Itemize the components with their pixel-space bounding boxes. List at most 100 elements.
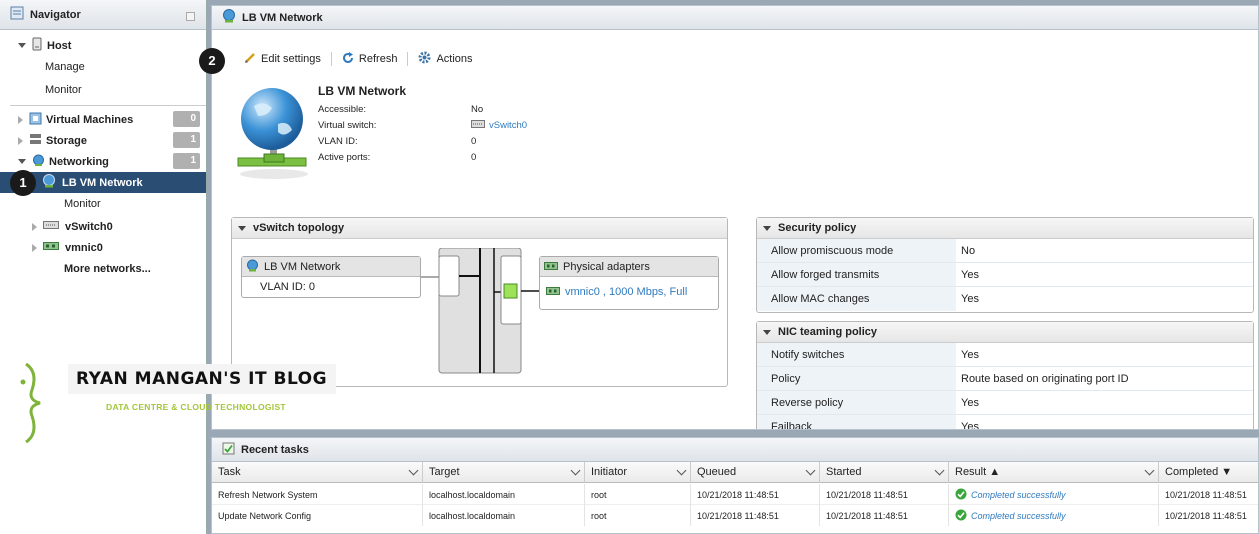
info-value: No — [471, 103, 484, 115]
caret-right-icon[interactable] — [32, 222, 37, 231]
divider — [10, 105, 206, 106]
step-1-marker: 1 — [10, 170, 36, 196]
initiator-cell: root — [585, 484, 691, 505]
caret-down-icon[interactable] — [763, 225, 771, 231]
refresh-label: Refresh — [358, 53, 398, 65]
adapter-link[interactable]: vmnic0 , 1000 Mbps, Full — [565, 286, 687, 298]
policy-value: Yes — [961, 420, 979, 430]
target-cell: localhost.localdomain — [423, 505, 585, 526]
policy-row: Failback Yes — [757, 415, 1253, 430]
chevron-down-icon[interactable] — [408, 465, 419, 476]
recent-tasks-header: Recent tasks — [212, 438, 1258, 462]
info-row: Virtual switch: vSwitch0 — [318, 117, 527, 133]
nav-networking[interactable]: Networking 1 — [0, 151, 206, 172]
nav-storage[interactable]: Storage 1 — [0, 130, 206, 151]
main-panel: LB VM Network Edit settings Refresh Acti… — [211, 5, 1259, 430]
info-key: Active ports: — [318, 151, 371, 163]
info-key: VLAN ID: — [318, 135, 358, 147]
col-label: Queued — [697, 466, 737, 478]
completed-cell: 10/21/2018 11:48:51 — [1159, 484, 1258, 505]
nav-networking-label: Networking — [49, 155, 109, 168]
caret-down-icon[interactable] — [18, 43, 26, 48]
result-text: Completed successfully — [971, 510, 1066, 521]
policy-key: Failback — [757, 415, 956, 429]
portgroup-card-header: LB VM Network — [242, 257, 420, 277]
caret-right-icon[interactable] — [18, 115, 23, 124]
blog-logo-icon — [18, 362, 52, 447]
portgroup-vlan: VLAN ID: 0 — [260, 281, 316, 293]
network-globe-icon — [234, 86, 310, 185]
vswitch-icon — [43, 220, 59, 233]
portgroup-card[interactable]: LB VM Network VLAN ID: 0 — [241, 256, 421, 298]
col-result[interactable]: Result ▲ — [949, 462, 1159, 483]
policy-value: Yes — [961, 396, 979, 409]
nav-lb-vm-network-label: LB VM Network — [62, 176, 143, 189]
step-2-marker: 2 — [199, 48, 225, 74]
vswitch-icon — [471, 119, 485, 131]
topology-header[interactable]: vSwitch topology — [232, 218, 727, 239]
policy-key: Allow promiscuous mode — [757, 239, 956, 262]
security-policy-header[interactable]: Security policy — [757, 218, 1253, 239]
chevron-down-icon[interactable] — [570, 465, 581, 476]
nav-more-networks-label: More networks... — [64, 262, 151, 275]
nav-host[interactable]: Host — [0, 35, 206, 56]
completed-cell: 10/21/2018 11:48:51 — [1159, 505, 1258, 526]
nav-vmnic0-label: vmnic0 — [65, 241, 103, 254]
main-header: LB VM Network — [212, 6, 1258, 30]
caret-down-icon[interactable] — [238, 225, 246, 231]
tasks-icon — [222, 442, 235, 458]
col-label: Target — [429, 466, 460, 478]
col-initiator[interactable]: Initiator — [585, 462, 691, 483]
storage-count-badge: 1 — [173, 132, 200, 148]
recent-tasks-panel: Recent tasks Task Target Initiator Queue… — [211, 437, 1259, 534]
vswitch-link[interactable]: vSwitch0 — [489, 120, 527, 131]
network-icon — [42, 174, 56, 191]
nav-network-monitor[interactable]: Monitor — [0, 193, 206, 214]
nav-more-networks[interactable]: More networks... — [0, 258, 206, 279]
nav-manage[interactable]: Manage — [0, 56, 206, 77]
watermark-title: RYAN MANGAN'S IT BLOG — [68, 364, 336, 394]
caret-right-icon[interactable] — [32, 243, 37, 252]
nav-vmnic0[interactable]: vmnic0 — [0, 237, 206, 258]
actions-label: Actions — [436, 53, 473, 65]
chevron-down-icon[interactable] — [676, 465, 687, 476]
initiator-cell: root — [585, 505, 691, 526]
adapter-row: vmnic0 , 1000 Mbps, Full — [540, 277, 718, 307]
chevron-down-icon[interactable] — [805, 465, 816, 476]
chevron-down-icon[interactable] — [1144, 465, 1155, 476]
physical-adapters-card[interactable]: Physical adapters vmnic0 , 1000 Mbps, Fu… — [539, 256, 719, 310]
chevron-down-icon[interactable] — [934, 465, 945, 476]
col-queued[interactable]: Queued — [691, 462, 820, 483]
info-row: Accessible: No — [318, 101, 527, 117]
target-cell: localhost.localdomain — [423, 484, 585, 505]
nic-teaming-header[interactable]: NIC teaming policy — [757, 322, 1253, 343]
navigator-icon — [10, 6, 24, 23]
nav-virtual-machines[interactable]: Virtual Machines 0 — [0, 109, 206, 130]
policy-row: Allow promiscuous mode No — [757, 239, 1253, 263]
col-target[interactable]: Target — [423, 462, 585, 483]
nav-manage-label: Manage — [45, 60, 85, 73]
policy-value: No — [961, 244, 976, 257]
vswitch-topology-panel: vSwitch topology LB VM Network VLAN ID: … — [231, 217, 728, 387]
caret-down-icon[interactable] — [763, 329, 771, 335]
caret-down-icon[interactable] — [18, 159, 26, 164]
collapse-icon[interactable] — [186, 12, 195, 21]
networking-count-badge: 1 — [173, 153, 200, 169]
table-row[interactable]: Update Network Config localhost.localdom… — [212, 505, 1258, 526]
caret-right-icon[interactable] — [18, 136, 23, 145]
nav-network-monitor-label: Monitor — [64, 197, 101, 210]
col-task[interactable]: Task — [212, 462, 423, 483]
network-icon — [246, 259, 259, 275]
nav-monitor[interactable]: Monitor — [0, 79, 206, 100]
switch-diagram — [421, 247, 541, 381]
refresh-button[interactable]: Refresh — [332, 51, 408, 67]
nav-vm-label: Virtual Machines — [46, 113, 134, 126]
network-info-table: Accessible: No Virtual switch: vSwitch0 … — [318, 101, 527, 165]
col-started[interactable]: Started — [820, 462, 949, 483]
vm-count-badge: 0 — [173, 111, 200, 127]
nav-vswitch0[interactable]: vSwitch0 — [0, 216, 206, 237]
edit-settings-button[interactable]: Edit settings — [234, 52, 331, 67]
table-row[interactable]: Refresh Network System localhost.localdo… — [212, 484, 1258, 505]
col-completed[interactable]: Completed ▼ — [1159, 462, 1258, 483]
actions-button[interactable]: Actions — [408, 51, 482, 67]
